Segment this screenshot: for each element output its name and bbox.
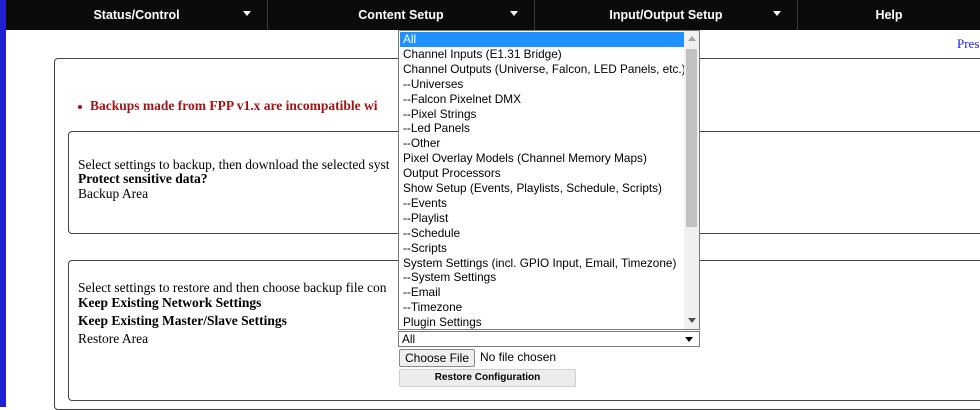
dropdown-option[interactable]: Plugin Settings	[400, 315, 687, 329]
dropdown-arrow-icon	[685, 337, 693, 342]
nav-help[interactable]: Help	[798, 0, 980, 30]
bullet-icon	[78, 104, 82, 109]
keep-network-settings-label: Keep Existing Network Settings	[78, 295, 262, 310]
nav-content-setup-label: Content Setup	[358, 8, 444, 22]
protect-sensitive-label: Protect sensitive data?	[78, 171, 208, 186]
dropdown-option[interactable]: --Email	[400, 285, 687, 300]
nav-status-control-label: Status/Control	[93, 8, 180, 22]
dropdown-option[interactable]: Show Setup (Events, Playlists, Schedule,…	[400, 181, 687, 196]
scroll-thumb[interactable]	[686, 49, 697, 227]
dropdown-option[interactable]: Output Processors	[400, 166, 687, 181]
restore-area-options-list[interactable]: All Channel Inputs (E1.31 Bridge) Channe…	[398, 30, 700, 330]
chevron-down-icon	[243, 11, 251, 16]
dropdown-option[interactable]: --Timezone	[400, 300, 687, 315]
scroll-up-arrow-icon[interactable]	[688, 36, 696, 41]
dropdown-option[interactable]: Pixel Overlay Models (Channel Memory Map…	[400, 151, 687, 166]
dropdown-option[interactable]: --Universes	[400, 77, 687, 92]
restore-area-select[interactable]: All	[398, 331, 700, 347]
dropdown-option[interactable]: Channel Outputs (Universe, Falcon, LED P…	[400, 62, 687, 77]
scroll-down-arrow-icon[interactable]	[688, 318, 696, 323]
dropdown-scrollbar[interactable]	[684, 31, 699, 329]
choose-file-button[interactable]: Choose File	[399, 349, 475, 367]
left-accent-bar	[0, 0, 6, 407]
dropdown-option[interactable]: --Other	[400, 136, 687, 151]
dropdown-option[interactable]: --Playlist	[400, 211, 687, 226]
chevron-down-icon	[510, 11, 518, 16]
file-status-text: No file chosen	[480, 350, 557, 364]
restore-area-select-value: All	[402, 332, 416, 346]
nav-content-setup[interactable]: Content Setup	[268, 0, 535, 30]
top-navigation-bar: Status/Control Content Setup Input/Outpu…	[6, 0, 980, 30]
nav-input-output-setup-label: Input/Output Setup	[609, 8, 723, 22]
restore-intro-text: Select settings to restore and then choo…	[78, 280, 387, 295]
dropdown-option[interactable]: All	[400, 32, 687, 47]
dropdown-option[interactable]: System Settings (incl. GPIO Input, Email…	[400, 256, 687, 271]
pres-link[interactable]: Pres	[957, 36, 979, 52]
warning-text: Backups made from FPP v1.x are incompati…	[90, 98, 378, 113]
nav-input-output-setup[interactable]: Input/Output Setup	[535, 0, 798, 30]
dropdown-option[interactable]: Channel Inputs (E1.31 Bridge)	[400, 47, 687, 62]
keep-master-slave-label: Keep Existing Master/Slave Settings	[78, 313, 287, 328]
dropdown-option[interactable]: --Pixel Strings	[400, 107, 687, 122]
restore-configuration-button[interactable]: Restore Configuration	[399, 369, 576, 387]
dropdown-option[interactable]: --Schedule	[400, 226, 687, 241]
backup-area-label: Backup Area	[78, 186, 149, 201]
dropdown-option[interactable]: --Events	[400, 196, 687, 211]
incompatibility-warning: Backups made from FPP v1.x are incompati…	[78, 98, 378, 114]
dropdown-option[interactable]: --Falcon Pixelnet DMX	[400, 92, 687, 107]
dropdown-option[interactable]: --Led Panels	[400, 121, 687, 136]
nav-status-control[interactable]: Status/Control	[6, 0, 268, 30]
dropdown-option[interactable]: --Scripts	[400, 241, 687, 256]
restore-area-label: Restore Area	[78, 331, 149, 346]
dropdown-option[interactable]: --System Settings	[400, 270, 687, 285]
chevron-down-icon	[773, 11, 781, 16]
nav-help-label: Help	[875, 8, 903, 22]
